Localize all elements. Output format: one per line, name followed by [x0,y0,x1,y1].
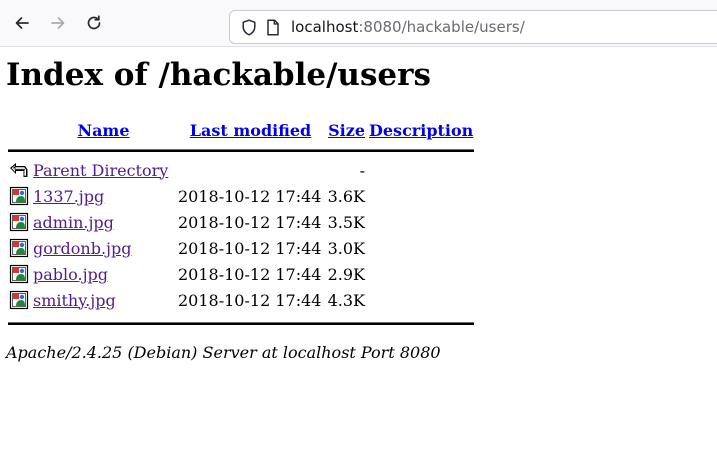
shield-icon[interactable] [241,19,257,36]
back-button[interactable] [9,10,35,36]
image-icon [9,212,29,232]
table-row: gordonb.jpg 2018-10-12 17:44 3.0K [8,236,474,260]
image-icon [9,290,29,310]
url-host: localhost [291,18,359,36]
url-text[interactable]: localhost:8080/hackable/users/ [291,18,525,36]
arrow-right-icon [51,17,65,29]
page-title: Index of /hackable/users [6,57,431,93]
bottom-divider [8,322,475,325]
table-header-row: Name Last modified Size Description [8,119,474,141]
file-link-gordonb[interactable]: gordonb.jpg [33,239,131,258]
parent-directory-link[interactable]: Parent Directory [33,161,168,180]
reload-icon [87,15,101,30]
forward-button[interactable] [45,10,71,36]
image-icon [9,186,29,206]
url-bar[interactable]: localhost:8080/hackable/users/ [229,10,717,44]
file-modified: 2018-10-12 17:44 [178,238,322,258]
sort-by-size-link[interactable]: Size [328,121,365,140]
image-icon [9,238,29,258]
file-size: 3.5K [327,212,365,232]
file-size: 3.0K [327,238,365,258]
file-size: 3.6K [327,186,365,206]
file-modified: 2018-10-12 17:44 [178,186,322,206]
browser-toolbar: localhost:8080/hackable/users/ [0,0,717,47]
sort-by-last-modified-link[interactable]: Last modified [190,121,311,140]
sort-by-name-link[interactable]: Name [77,121,129,140]
table-row: smithy.jpg 2018-10-12 17:44 4.3K [8,288,474,312]
file-link-pablo[interactable]: pablo.jpg [33,265,108,284]
file-link-smithy[interactable]: smithy.jpg [33,291,116,310]
file-link-admin[interactable]: admin.jpg [33,213,114,232]
top-divider [8,149,475,152]
file-modified: 2018-10-12 17:44 [178,290,322,310]
image-icon [9,264,29,284]
file-size: 2.9K [327,264,365,284]
file-modified: 2018-10-12 17:44 [178,264,322,284]
parent-size: - [359,160,365,180]
separator-row [8,143,475,156]
url-path: :8080/hackable/users/ [358,18,525,36]
file-modified: 2018-10-12 17:44 [178,212,322,232]
table-row: Parent Directory - [8,158,474,182]
reload-button[interactable] [81,10,107,36]
icon-header [8,119,30,141]
file-link-1337[interactable]: 1337.jpg [33,187,104,206]
table-row: admin.jpg 2018-10-12 17:44 3.5K [8,210,474,234]
separator-row [8,314,475,325]
arrow-left-icon [15,17,29,29]
file-size: 4.3K [327,290,365,310]
table-row: pablo.jpg 2018-10-12 17:44 2.9K [8,262,474,286]
sort-by-description-link[interactable]: Description [369,121,473,140]
back-icon [10,163,28,177]
table-row: 1337.jpg 2018-10-12 17:44 3.6K [8,184,474,208]
server-signature: Apache/2.4.25 (Debian) Server at localho… [6,343,441,362]
directory-listing: Name Last modified Size Description Pare… [6,117,476,327]
page-icon[interactable] [266,19,280,36]
